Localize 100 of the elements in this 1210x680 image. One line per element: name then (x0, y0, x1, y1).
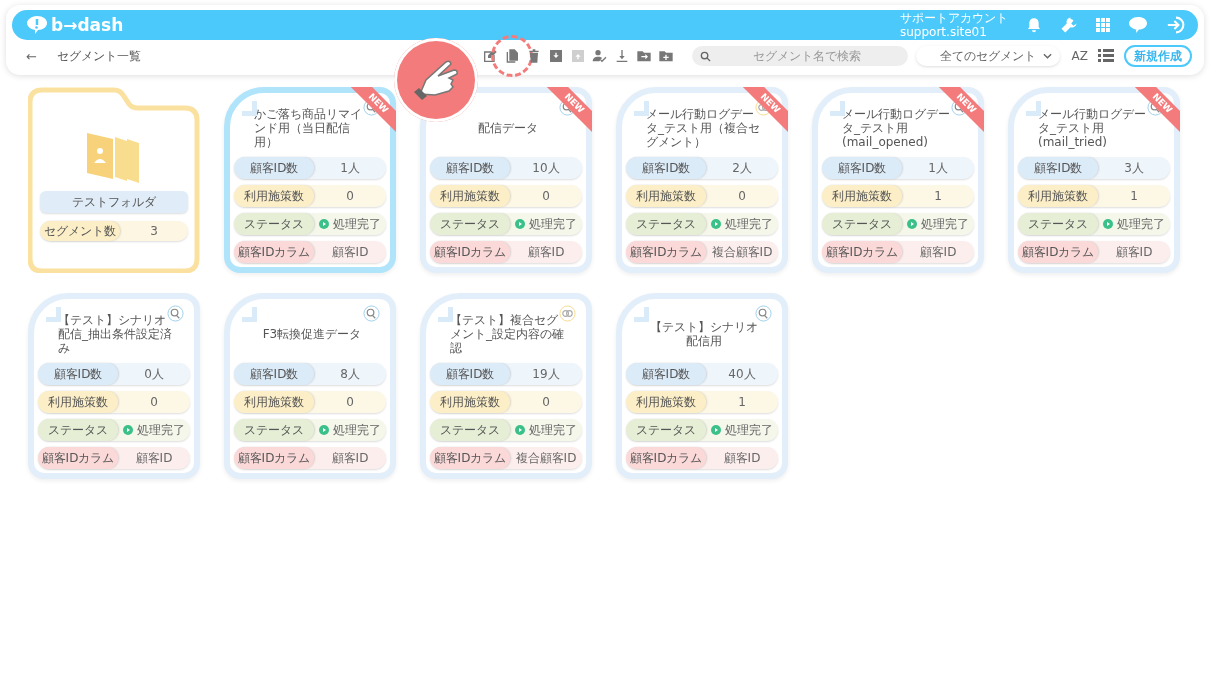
row-label: ステータス (38, 419, 118, 441)
archive-icon[interactable] (547, 48, 564, 64)
row-value: 処理完了 (137, 421, 185, 439)
row-value: 顧客ID (1115, 243, 1153, 261)
row-value: 処理完了 (725, 215, 773, 233)
row-value: 処理完了 (725, 421, 773, 439)
account-name: サポートアカウント support.site01 (900, 11, 1008, 39)
play-icon (711, 425, 721, 435)
row-label: ステータス (822, 213, 902, 235)
row-value: 処理完了 (333, 215, 381, 233)
segment-title: F3転換促進データ (262, 327, 362, 341)
user-check-icon[interactable] (591, 48, 608, 64)
row-label: 顧客IDカラム (822, 241, 902, 263)
segment-card[interactable]: 【テスト】シナリオ配信_抽出条件設定済み 顧客ID数 0人 利用施策数 0 ステータス 処理完了 顧客IDカラム 顧客ID (28, 293, 200, 479)
row-value: 19人 (532, 365, 560, 383)
row-value: 顧客ID (331, 243, 369, 261)
play-icon (319, 425, 329, 435)
row-label: 利用施策数 (626, 391, 706, 413)
row-value: 顧客ID (723, 449, 761, 467)
row-label: 利用施策数 (38, 391, 118, 413)
row-value: 1人 (340, 159, 360, 177)
row-label: 顧客ID数 (430, 157, 510, 179)
row-value: 処理完了 (529, 215, 577, 233)
row-label: ステータス (1018, 213, 1098, 235)
list-view-icon[interactable] (1098, 49, 1114, 63)
segment-title: 配信データ (478, 121, 538, 135)
row-label: 顧客ID数 (626, 157, 706, 179)
sort-button[interactable]: AZ (1071, 49, 1088, 63)
row-value: 1 (934, 189, 942, 203)
row-label: 顧客IDカラム (38, 447, 118, 469)
row-value: 1 (1130, 189, 1138, 203)
logo-icon (26, 15, 48, 35)
row-label: ステータス (234, 419, 314, 441)
play-icon (907, 219, 917, 229)
row-value: 0 (542, 189, 550, 203)
back-button[interactable]: ← (26, 48, 45, 64)
row-value: 処理完了 (1117, 215, 1165, 233)
logo-text: b→dash (51, 15, 124, 35)
page-title: セグメント一覧 (56, 47, 141, 65)
play-icon (1103, 219, 1113, 229)
row-value: 0 (346, 395, 354, 409)
edit-icon[interactable] (481, 48, 498, 64)
row-label: 顧客IDカラム (430, 447, 510, 469)
row-value: 3人 (1124, 159, 1144, 177)
row-label: 利用施策数 (430, 185, 510, 207)
row-label: 利用施策数 (234, 391, 314, 413)
row-value: 複合顧客ID (711, 243, 773, 261)
segment-card[interactable]: 【テスト】シナリオ配信用 顧客ID数 40人 利用施策数 1 ステータス 処理完了 顧客IDカラム 顧客ID (616, 293, 788, 479)
row-label: ステータス (626, 213, 706, 235)
segment-card[interactable]: 【テスト】複合セグメント_設定内容の確認 顧客ID数 19人 利用施策数 0 ステータス 処理完了 顧客IDカラム 複合顧客ID (420, 293, 592, 479)
row-label: 顧客IDカラム (626, 447, 706, 469)
row-label: 顧客IDカラム (234, 447, 314, 469)
row-label: 顧客IDカラム (626, 241, 706, 263)
segment-card[interactable]: F3転換促進データ 顧客ID数 8人 利用施策数 0 ステータス 処理完了 顧客IDカラム 顧客ID (224, 293, 396, 479)
row-value: 8人 (340, 365, 360, 383)
row-label: 顧客ID数 (234, 363, 314, 385)
play-icon (319, 219, 329, 229)
row-label: 利用施策数 (1018, 185, 1098, 207)
folder-move-icon[interactable] (635, 48, 652, 64)
row-label: 利用施策数 (822, 185, 902, 207)
row-label: 顧客IDカラム (1018, 241, 1098, 263)
row-value: 1 (738, 395, 746, 409)
row-value: 0 (150, 395, 158, 409)
row-value: 1人 (928, 159, 948, 177)
row-label: 顧客ID数 (234, 157, 314, 179)
row-value: 処理完了 (921, 215, 969, 233)
play-icon (515, 219, 525, 229)
row-label: 顧客ID数 (822, 157, 902, 179)
play-icon (515, 425, 525, 435)
row-value: 10人 (532, 159, 560, 177)
row-value: 顧客ID (527, 243, 565, 261)
row-label: ステータス (234, 213, 314, 235)
row-value: 0 (738, 189, 746, 203)
row-label: 顧客IDカラム (430, 241, 510, 263)
segment-title: 【テスト】シナリオ配信用 (649, 320, 759, 348)
row-value: 顧客ID (135, 449, 173, 467)
row-label: 利用施策数 (626, 185, 706, 207)
row-label: 顧客ID数 (626, 363, 706, 385)
row-value: 複合顧客ID (515, 449, 577, 467)
row-label: 利用施策数 (234, 185, 314, 207)
search-field[interactable]: セグメント名で検索 (691, 46, 908, 66)
row-label: ステータス (430, 213, 510, 235)
row-label: 顧客ID数 (430, 363, 510, 385)
row-label: ステータス (626, 419, 706, 441)
folder-name: テストフォルダ (40, 191, 188, 213)
filter-dropdown[interactable]: 全てのセグメント (915, 46, 1060, 66)
row-label: 顧客IDカラム (234, 241, 314, 263)
row-value: 顧客ID (919, 243, 957, 261)
row-value: 0 (346, 189, 354, 203)
folder-add-icon[interactable] (657, 48, 674, 64)
row-value: 40人 (728, 365, 756, 383)
segment-title: 【テスト】複合セグメント_設定内容の確認 (450, 313, 565, 355)
row-value: 3 (149, 224, 159, 238)
chevron-down-icon (1042, 53, 1052, 59)
row-value: 処理完了 (529, 421, 577, 439)
row-value: 0 (542, 395, 550, 409)
row-value: 処理完了 (333, 421, 381, 439)
row-label: セグメント数 (40, 221, 120, 241)
row-label: 顧客ID数 (1018, 157, 1098, 179)
play-icon (123, 425, 133, 435)
